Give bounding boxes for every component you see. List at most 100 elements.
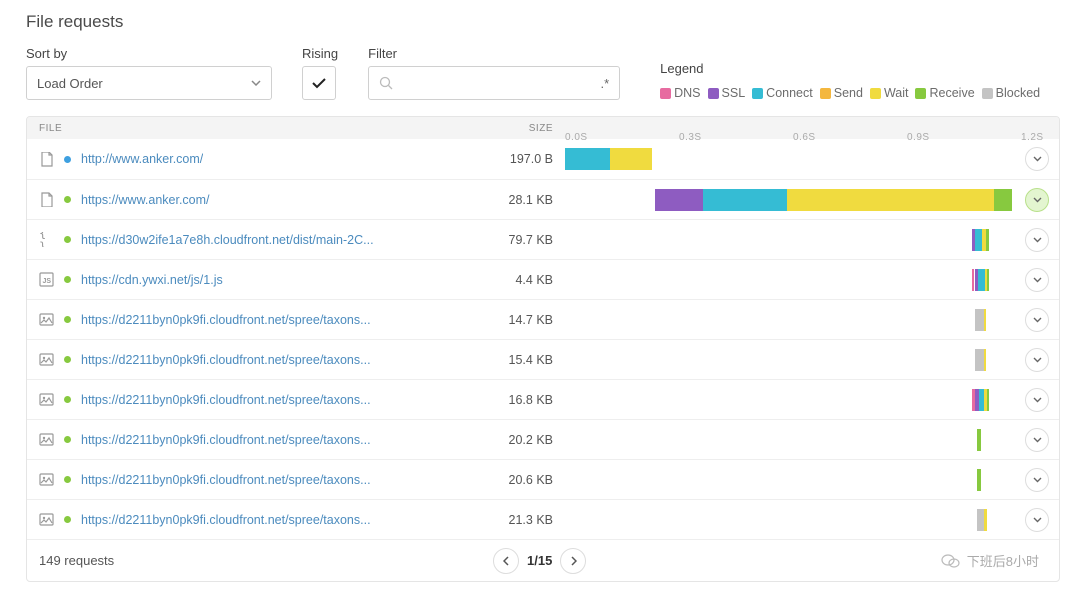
table-row: https://d2211byn0pk9fi.cloudfront.net/sp… (27, 499, 1059, 539)
cell-file: https://www.anker.com/ (27, 192, 435, 207)
expand-row-button[interactable] (1025, 348, 1049, 372)
expand-row-button[interactable] (1025, 188, 1049, 212)
timing-segment-connect (975, 229, 982, 251)
legend-text: Send (834, 86, 863, 100)
file-type-icon (39, 152, 54, 167)
expand-row-button[interactable] (1025, 428, 1049, 452)
cell-size: 14.7 KB (435, 313, 565, 327)
file-url-link[interactable]: https://d2211byn0pk9fi.cloudfront.net/sp… (81, 433, 371, 447)
filter-input[interactable]: .* (368, 66, 620, 100)
timing-segment-receive (977, 469, 981, 491)
cell-size: 28.1 KB (435, 193, 565, 207)
cell-size: 79.7 KB (435, 233, 565, 247)
cell-size: 4.4 KB (435, 273, 565, 287)
expand-row-button[interactable] (1025, 308, 1049, 332)
table-row: https://d2211byn0pk9fi.cloudfront.net/sp… (27, 379, 1059, 419)
file-url-link[interactable]: https://d2211byn0pk9fi.cloudfront.net/sp… (81, 393, 371, 407)
timing-segment-wait (984, 349, 986, 371)
cell-timeline (565, 139, 1059, 179)
status-dot (64, 436, 71, 443)
timing-segment-wait (787, 189, 995, 211)
timing-segment-connect (565, 148, 610, 170)
legend-item: Send (820, 86, 863, 100)
rising-label: Rising (302, 46, 338, 61)
file-type-icon (39, 392, 54, 407)
legend-item: Wait (870, 86, 909, 100)
requests-count: 149 requests (39, 553, 114, 568)
legend-item: Receive (915, 86, 974, 100)
cell-size: 197.0 B (435, 152, 565, 166)
legend-list: DNSSSLConnectSendWaitReceiveBlocked (660, 86, 1043, 100)
expand-row-button[interactable] (1025, 508, 1049, 532)
legend-label: Legend (660, 61, 1043, 76)
cell-file: http://www.anker.com/ (27, 152, 435, 167)
legend-item: SSL (708, 86, 746, 100)
file-url-link[interactable]: https://cdn.ywxi.net/js/1.js (81, 273, 223, 287)
timing-bar (565, 229, 1015, 251)
file-url-link[interactable]: https://d2211byn0pk9fi.cloudfront.net/sp… (81, 313, 371, 327)
cell-file: https://d2211byn0pk9fi.cloudfront.net/sp… (27, 312, 435, 327)
legend-swatch (752, 88, 763, 99)
legend-item: Blocked (982, 86, 1040, 100)
table-row: https://d2211byn0pk9fi.cloudfront.net/sp… (27, 339, 1059, 379)
file-url-link[interactable]: https://d30w2ife1a7e8h.cloudfront.net/di… (81, 233, 374, 247)
timing-bar (565, 349, 1015, 371)
table-row: https://www.anker.com/ 28.1 KB (27, 179, 1059, 219)
file-type-icon (39, 432, 54, 447)
timing-segment-receive (977, 429, 981, 451)
table-row: JS https://cdn.ywxi.net/js/1.js 4.4 KB (27, 259, 1059, 299)
expand-row-button[interactable] (1025, 268, 1049, 292)
legend-swatch (660, 88, 671, 99)
status-dot (64, 276, 71, 283)
expand-row-button[interactable] (1025, 228, 1049, 252)
timing-bar (565, 429, 1015, 451)
table-row: https://d2211byn0pk9fi.cloudfront.net/sp… (27, 459, 1059, 499)
status-dot (64, 316, 71, 323)
timing-bar (565, 148, 1015, 170)
cell-size: 15.4 KB (435, 353, 565, 367)
sort-select[interactable]: Load Order (26, 66, 272, 100)
file-url-link[interactable]: https://www.anker.com/ (81, 193, 210, 207)
timing-segment-wait (984, 309, 986, 331)
expand-row-button[interactable] (1025, 468, 1049, 492)
prev-page-button[interactable] (493, 548, 519, 574)
col-size: SIZE (435, 123, 565, 134)
file-url-link[interactable]: https://d2211byn0pk9fi.cloudfront.net/sp… (81, 513, 371, 527)
cell-file: https://d2211byn0pk9fi.cloudfront.net/sp… (27, 512, 435, 527)
file-type-icon (39, 312, 54, 327)
sort-label: Sort by (26, 46, 272, 61)
expand-row-button[interactable] (1025, 388, 1049, 412)
cell-file: JS https://cdn.ywxi.net/js/1.js (27, 272, 435, 287)
file-type-icon (39, 472, 54, 487)
chevron-down-icon (251, 80, 261, 86)
file-type-icon (39, 192, 54, 207)
cell-timeline (565, 260, 1059, 300)
timing-bar (565, 389, 1015, 411)
legend-item: Connect (752, 86, 813, 100)
cell-timeline (565, 460, 1059, 500)
page-indicator: 1/15 (527, 553, 552, 568)
rising-toggle[interactable] (302, 66, 336, 100)
sort-value: Load Order (37, 76, 103, 91)
col-file: FILE (27, 123, 435, 134)
file-url-link[interactable]: https://d2211byn0pk9fi.cloudfront.net/sp… (81, 473, 371, 487)
status-dot (64, 356, 71, 363)
cell-timeline (565, 380, 1059, 420)
timing-segment-receive (987, 269, 989, 291)
timing-segment-connect (978, 269, 985, 291)
timing-segment-wait (984, 509, 987, 531)
cell-size: 20.6 KB (435, 473, 565, 487)
wechat-icon (941, 553, 961, 569)
legend-swatch (982, 88, 993, 99)
legend-swatch (870, 88, 881, 99)
status-dot (64, 516, 71, 523)
cell-file: https://d2211byn0pk9fi.cloudfront.net/sp… (27, 472, 435, 487)
expand-row-button[interactable] (1025, 147, 1049, 171)
cell-timeline (565, 500, 1059, 540)
file-url-link[interactable]: https://d2211byn0pk9fi.cloudfront.net/sp… (81, 353, 371, 367)
table-row: { } https://d30w2ife1a7e8h.cloudfront.ne… (27, 219, 1059, 259)
next-page-button[interactable] (560, 548, 586, 574)
cell-file: https://d2211byn0pk9fi.cloudfront.net/sp… (27, 432, 435, 447)
file-url-link[interactable]: http://www.anker.com/ (81, 152, 203, 166)
status-dot (64, 156, 71, 163)
